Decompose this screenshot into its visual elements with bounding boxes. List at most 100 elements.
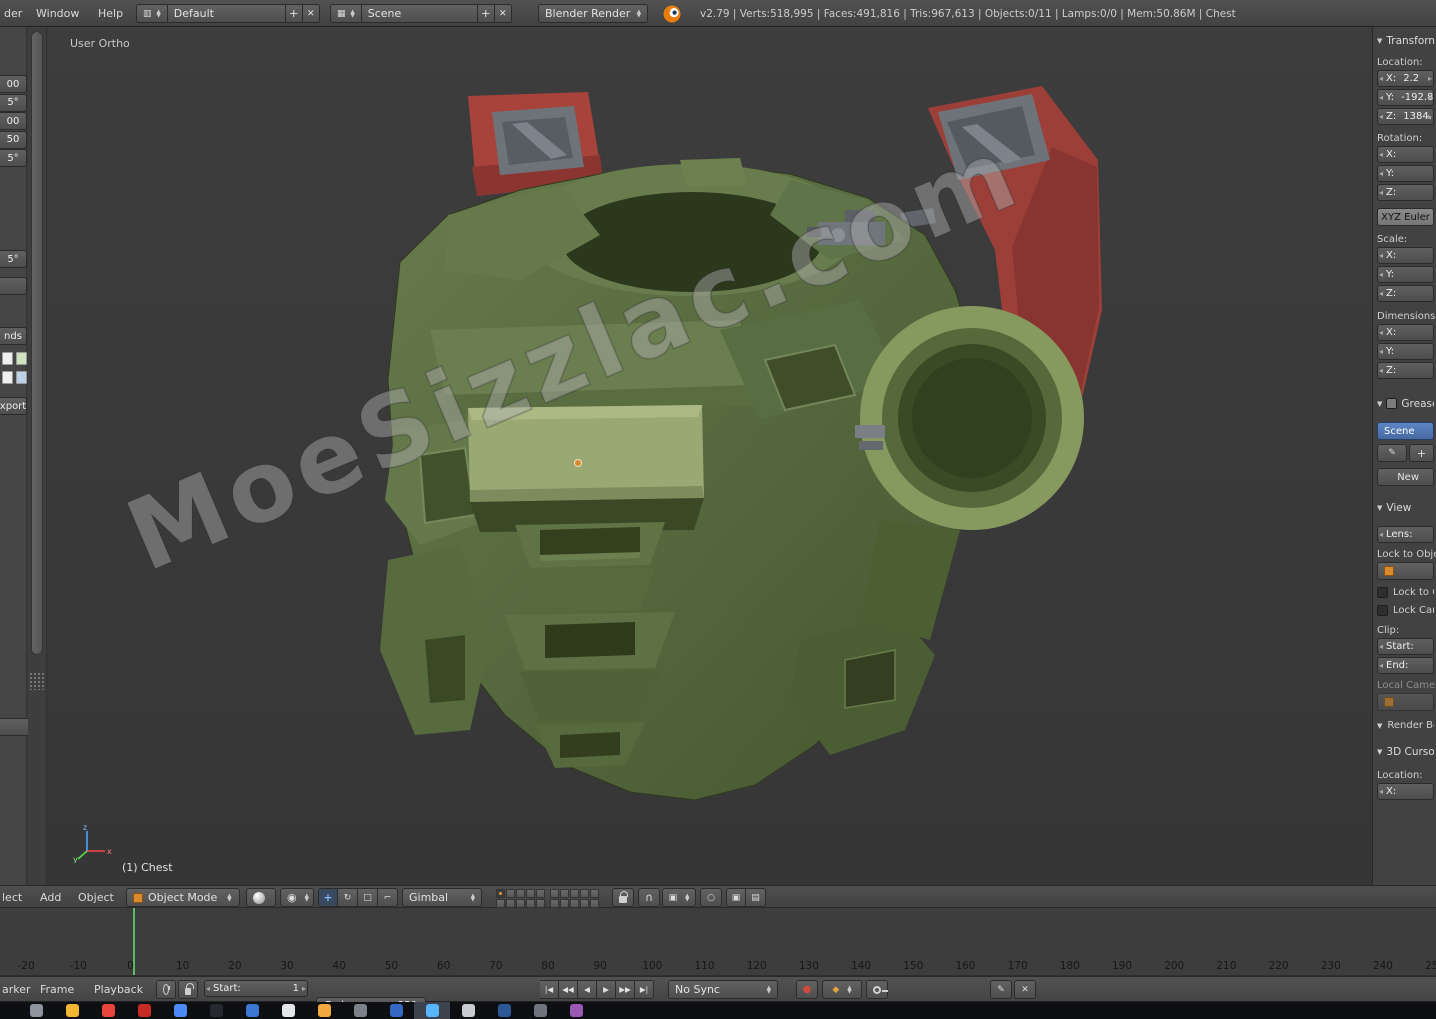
playback-button[interactable]: ▶| [635,980,654,999]
lock-camera-row[interactable]: Lock Camera [1377,605,1434,616]
taskbar-app-icon[interactable] [570,1004,583,1017]
tool-shelf-scroll-track[interactable] [28,27,47,885]
taskbar-app-icon[interactable] [246,1004,259,1017]
decrement-arrow-icon[interactable]: ◂ [1379,188,1383,197]
opengl-render-image-button[interactable]: ▣ [726,888,746,907]
layer-cell[interactable] [570,889,579,898]
frame-start-field[interactable]: ◂ Start: 1 ▸ [204,980,308,997]
menu-help[interactable]: Help [98,7,123,20]
taskbar-app-icon[interactable] [30,1004,43,1017]
rotation-number-field[interactable]: ◂ Z: [1377,184,1434,201]
decrement-arrow-icon[interactable]: ◂ [1379,366,1383,375]
dimension-number-field[interactable]: ◂ Y: [1377,343,1434,360]
scene-name-field[interactable]: Scene [362,4,478,23]
file-icon[interactable] [2,352,13,365]
taskbar-app-icon[interactable] [138,1004,151,1017]
rotation-mode-dropdown[interactable]: XYZ Euler [1377,208,1434,226]
taskbar-app-slot[interactable] [198,1002,234,1019]
scale-number-field[interactable]: ◂ X: [1377,247,1434,264]
manipulator-toggle-button[interactable]: ⌐ [378,888,398,907]
screen-layout-icon-button[interactable]: ▥▲▼ [136,4,168,23]
decrement-arrow-icon[interactable]: ◂ [1379,530,1383,539]
layer-cell[interactable] [580,889,589,898]
tool-shelf-button[interactable] [0,277,27,295]
playback-button[interactable]: |◀ [540,980,559,999]
decrement-arrow-icon[interactable]: ◂ [1379,270,1383,279]
clip-end-field[interactable]: ◂ End: [1377,657,1434,674]
layer-cell[interactable] [590,899,599,908]
tool-shelf-number-field[interactable]: 00 [0,75,27,93]
playback-button[interactable]: ▶▶ [616,980,635,999]
taskbar-app-slot[interactable] [162,1002,198,1019]
layer-group-1[interactable] [496,889,545,908]
snap-toggle-button[interactable]: ∩ [638,888,660,907]
file-icon[interactable] [2,371,13,384]
increment-arrow-icon[interactable]: ▸ [302,984,306,993]
decrement-arrow-icon[interactable]: ◂ [1379,112,1383,121]
location-number-field[interactable]: ◂ X:2.2 ▸ [1377,70,1434,87]
lock-to-cursor-row[interactable]: Lock to Cursor [1377,587,1434,598]
taskbar-app-icon[interactable] [426,1004,439,1017]
taskbar-app-slot[interactable] [522,1002,558,1019]
layer-cell[interactable] [580,899,589,908]
taskbar-app-icon[interactable] [498,1004,511,1017]
sync-mode-dropdown[interactable]: No Sync ▲▼ [668,980,778,999]
taskbar-app-slot[interactable] [486,1002,522,1019]
menu-select[interactable]: lect [2,891,22,904]
layer-cell[interactable] [526,889,535,898]
dimension-number-field[interactable]: ◂ Z: [1377,362,1434,379]
layer-cell[interactable] [590,889,599,898]
playback-button[interactable]: ◀ [578,980,597,999]
taskbar-app-slot[interactable] [450,1002,486,1019]
menu-add[interactable]: Add [40,891,61,904]
taskbar-app-icon[interactable] [318,1004,331,1017]
menu-render[interactable]: der [4,7,22,20]
decrement-arrow-icon[interactable]: ◂ [1379,787,1383,796]
lock-to-scene-button[interactable] [612,888,634,907]
tool-shelf-number-field[interactable]: 5° [0,94,27,112]
taskbar-app-icon[interactable] [282,1004,295,1017]
opengl-render-anim-button[interactable]: ▤ [746,888,766,907]
unlink-layout-button[interactable]: ✕ [303,4,320,23]
tool-shelf-number-field[interactable]: 5° [0,149,27,167]
layer-cell[interactable] [560,899,569,908]
decrement-arrow-icon[interactable]: ◂ [1379,74,1383,83]
taskbar-app-slot[interactable] [234,1002,270,1019]
taskbar-app-slot[interactable] [270,1002,306,1019]
keying-extra-button[interactable]: ✎ [990,980,1012,999]
add-scene-button[interactable]: + [478,4,495,23]
grease-pencil-scene-tab[interactable]: Scene [1377,422,1434,440]
taskbar-app-icon[interactable] [102,1004,115,1017]
unlink-scene-button[interactable]: ✕ [495,4,512,23]
proportional-edit-button[interactable]: ○ [700,888,722,907]
rotate-manipulator-button[interactable]: ↻ [338,888,358,907]
decrement-arrow-icon[interactable]: ◂ [1379,328,1383,337]
viewport-shading-dropdown[interactable] [246,888,276,907]
translate-manipulator-button[interactable]: + [318,888,338,907]
lock-object-selector-field[interactable] [1377,562,1434,580]
lock-camera-checkbox[interactable] [1377,605,1388,616]
scale-number-field[interactable]: ◂ Z: [1377,285,1434,302]
taskbar-app-slot[interactable] [558,1002,594,1019]
decrement-arrow-icon[interactable]: ◂ [1379,642,1383,651]
decrement-arrow-icon[interactable]: ◂ [206,984,210,993]
menu-playback[interactable]: Playback [94,983,143,996]
tool-shelf-number-field[interactable]: 50 [0,131,27,149]
dimension-number-field[interactable]: ◂ X: [1377,324,1434,341]
taskbar-app-slot[interactable] [54,1002,90,1019]
taskbar-app-slot[interactable] [414,1002,450,1019]
clip-start-field[interactable]: ◂ Start: [1377,638,1434,655]
decrement-arrow-icon[interactable]: ◂ [1379,347,1383,356]
insert-keyframe-button[interactable] [866,980,888,999]
taskbar-app-icon[interactable] [210,1004,223,1017]
snap-element-dropdown[interactable]: ▣ ▲▼ [662,888,696,907]
mode-dropdown[interactable]: Object Mode ▲▼ [126,888,240,907]
add-grease-layer-button[interactable]: + [1409,444,1434,462]
layer-cell[interactable] [526,899,535,908]
tool-shelf-scroll-thumb[interactable] [31,31,43,655]
bounds-button[interactable]: nds [0,327,27,345]
export-button[interactable]: xport [0,397,27,415]
add-layout-button[interactable]: + [286,4,303,23]
pencil-data-button[interactable]: ✎ [1377,444,1407,462]
layer-cell[interactable] [516,899,525,908]
